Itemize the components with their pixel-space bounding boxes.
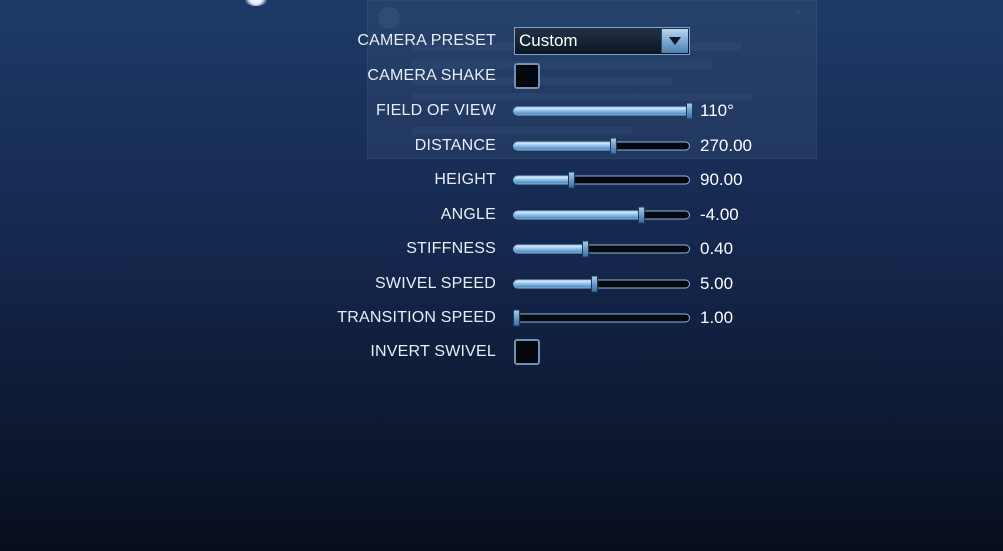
camera-preset-dropdown[interactable]: Custom bbox=[514, 27, 690, 55]
camera-preset-value: Custom bbox=[519, 31, 578, 50]
camera-shake-label: CAMERA SHAKE bbox=[367, 67, 496, 84]
slider-thumb[interactable] bbox=[591, 275, 598, 292]
slider-fill bbox=[514, 280, 594, 287]
stiffness-label: STIFFNESS bbox=[406, 240, 496, 257]
ghost-chevron-icon: ⌃ bbox=[793, 9, 804, 23]
slider-thumb[interactable] bbox=[582, 240, 589, 258]
angle-slider[interactable] bbox=[513, 206, 690, 223]
dropdown-button[interactable] bbox=[661, 29, 688, 53]
camera-shake-row: CAMERA SHAKE bbox=[0, 59, 1003, 93]
invert-swivel-label: INVERT SWIVEL bbox=[370, 343, 496, 360]
camera-shake-checkbox[interactable] bbox=[514, 63, 540, 89]
slider-thumb[interactable] bbox=[610, 137, 617, 154]
transition-speed-label: TRANSITION SPEED bbox=[337, 309, 496, 326]
transition-speed-slider[interactable] bbox=[513, 309, 690, 327]
fov-value: 110° bbox=[700, 101, 734, 120]
slider-thumb[interactable] bbox=[686, 102, 693, 120]
slider-fill bbox=[514, 107, 689, 115]
distance-value: 270.00 bbox=[700, 135, 752, 155]
distance-label: DISTANCE bbox=[414, 136, 496, 154]
slider-thumb[interactable] bbox=[568, 171, 575, 189]
height-value: 90.00 bbox=[700, 170, 743, 189]
transition-speed-row: TRANSITION SPEED 1.00 bbox=[0, 301, 1003, 335]
slider-thumb[interactable] bbox=[638, 206, 645, 223]
glow-orb bbox=[243, 0, 269, 6]
angle-row: ANGLE -4.00 bbox=[0, 198, 1003, 232]
stiffness-slider[interactable] bbox=[513, 240, 690, 258]
fov-slider[interactable] bbox=[513, 102, 693, 120]
slider-fill bbox=[514, 211, 641, 218]
slider-fill bbox=[514, 176, 571, 184]
height-slider[interactable] bbox=[513, 171, 690, 189]
fov-label: FIELD OF VIEW bbox=[376, 102, 496, 119]
chevron-down-icon bbox=[669, 37, 681, 45]
invert-swivel-checkbox[interactable] bbox=[514, 339, 540, 365]
invert-swivel-row: INVERT SWIVEL bbox=[0, 335, 1003, 369]
slider-fill bbox=[514, 245, 585, 253]
height-row: HEIGHT 90.00 bbox=[0, 163, 1003, 197]
stiffness-row: STIFFNESS 0.40 bbox=[0, 232, 1003, 266]
distance-row: DISTANCE 270.00 bbox=[0, 129, 1003, 163]
fov-row: FIELD OF VIEW 110° bbox=[0, 94, 1003, 128]
angle-value: -4.00 bbox=[700, 204, 739, 224]
swivel-speed-slider[interactable] bbox=[513, 275, 690, 292]
camera-preset-row: CAMERA PRESET Custom bbox=[0, 24, 1003, 58]
distance-slider[interactable] bbox=[513, 137, 690, 154]
transition-speed-value: 1.00 bbox=[700, 308, 734, 327]
height-label: HEIGHT bbox=[434, 171, 496, 188]
swivel-speed-value: 5.00 bbox=[700, 273, 734, 293]
camera-preset-label: CAMERA PRESET bbox=[357, 32, 496, 49]
stiffness-value: 0.40 bbox=[700, 239, 734, 258]
swivel-speed-row: SWIVEL SPEED 5.00 bbox=[0, 267, 1003, 301]
angle-label: ANGLE bbox=[440, 205, 496, 223]
swivel-speed-label: SWIVEL SPEED bbox=[375, 274, 496, 292]
slider-fill bbox=[514, 142, 613, 149]
slider-thumb[interactable] bbox=[513, 309, 520, 327]
